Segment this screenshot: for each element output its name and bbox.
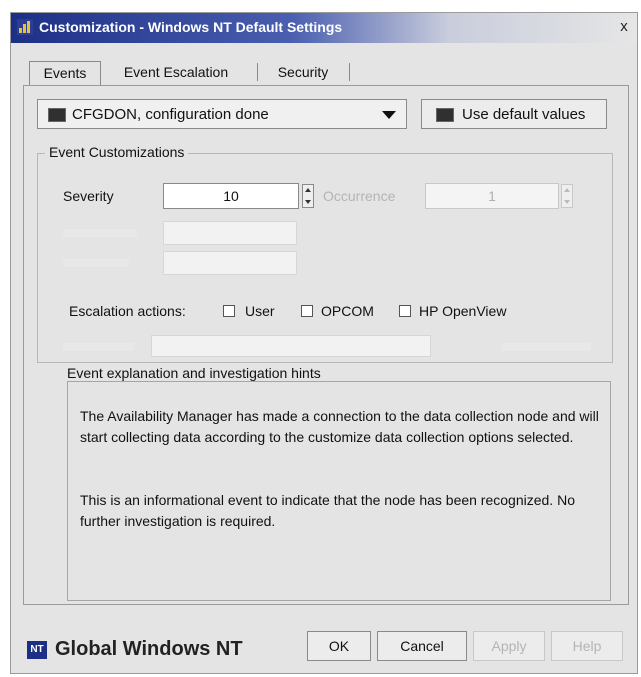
help-button[interactable]: Help	[551, 631, 623, 661]
faded-field	[151, 335, 431, 357]
tab-event-escalation[interactable]: Event Escalation	[103, 61, 249, 83]
tab-separator	[349, 63, 350, 81]
apply-button[interactable]: Apply	[473, 631, 545, 661]
opcom-checkbox-label: OPCOM	[321, 303, 374, 319]
cancel-button[interactable]: Cancel	[377, 631, 467, 661]
ok-button[interactable]: OK	[307, 631, 371, 661]
nt-logo-icon: NT	[27, 641, 47, 659]
occurrence-field[interactable]: 1	[425, 183, 559, 209]
close-icon[interactable]: x	[615, 18, 633, 36]
occurrence-stepper[interactable]	[561, 184, 573, 208]
faded-label	[501, 343, 591, 351]
customization-dialog: Customization - Windows NT Default Setti…	[10, 12, 638, 674]
event-select[interactable]: CFGDON, configuration done	[37, 99, 407, 129]
tab-security[interactable]: Security	[263, 61, 343, 83]
hint-paragraph-1: The Availability Manager has made a conn…	[80, 408, 599, 445]
faded-field	[163, 221, 297, 245]
faded-label	[63, 259, 129, 267]
tab-events[interactable]: Events	[29, 61, 101, 86]
use-default-values-label: Use default values	[462, 106, 586, 123]
hint-paragraph-2: This is an informational event to indica…	[80, 492, 575, 529]
event-customizations-title: Event Customizations	[45, 144, 189, 160]
chevron-down-icon[interactable]	[382, 111, 396, 119]
faded-label	[63, 229, 137, 237]
monitor-icon	[436, 108, 454, 122]
event-hints-title: Event explanation and investigation hint…	[63, 365, 325, 381]
faded-label	[63, 343, 133, 351]
user-checkbox-label: User	[245, 303, 275, 319]
severity-label: Severity	[63, 188, 114, 204]
hp-openview-checkbox[interactable]	[399, 305, 411, 317]
title-bar[interactable]: Customization - Windows NT Default Setti…	[11, 13, 637, 43]
severity-field[interactable]: 10	[163, 183, 299, 209]
app-icon	[17, 19, 33, 35]
event-select-value: CFGDON, configuration done	[72, 106, 269, 123]
window-title: Customization - Windows NT Default Setti…	[39, 19, 343, 35]
occurrence-label: Occurrence	[323, 188, 396, 204]
hp-openview-checkbox-label: HP OpenView	[419, 303, 507, 319]
event-monitor-icon	[48, 108, 66, 122]
tab-separator	[257, 63, 258, 81]
brand-label: Global Windows NT	[55, 638, 243, 660]
escalation-actions-label: Escalation actions:	[69, 303, 186, 319]
opcom-checkbox[interactable]	[301, 305, 313, 317]
user-checkbox[interactable]	[223, 305, 235, 317]
faded-field	[163, 251, 297, 275]
event-hints-box: The Availability Manager has made a conn…	[67, 381, 611, 601]
severity-stepper[interactable]	[302, 184, 314, 208]
use-default-values-button[interactable]: Use default values	[421, 99, 607, 129]
